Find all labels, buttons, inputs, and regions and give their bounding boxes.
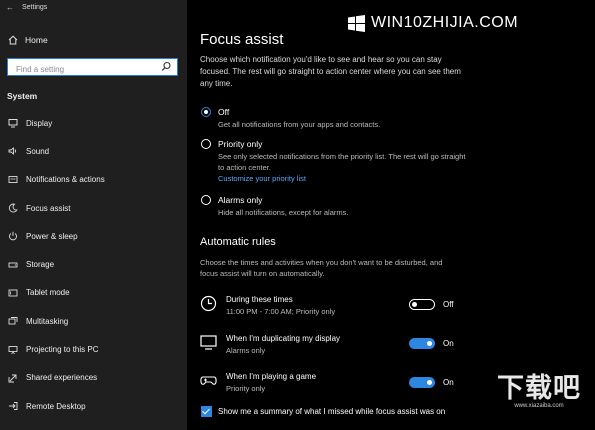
watermark-bottom-logo: 下载吧 xyxy=(497,373,581,404)
display-icon xyxy=(8,119,18,128)
sidebar-item-label: Sound xyxy=(26,146,50,156)
back-arrow-icon[interactable]: ← xyxy=(6,3,14,12)
radio-label: Alarms only xyxy=(218,195,263,205)
sidebar-item-tablet-mode[interactable]: Tablet mode xyxy=(0,279,187,307)
shared-icon xyxy=(8,374,17,383)
sidebar-item-display[interactable]: Display xyxy=(0,109,187,137)
radio-description: Hide all notifications, except for alarm… xyxy=(218,208,349,217)
moon-icon xyxy=(8,203,18,213)
rule-during-these-times[interactable]: During these times 11:00 PM - 7:00 AM; P… xyxy=(200,295,335,317)
page-description: Choose which notification you'd like to … xyxy=(200,55,461,88)
radio-button[interactable] xyxy=(201,195,211,205)
rule-detail: Alarms only xyxy=(226,346,266,355)
sidebar-item-label: Remote Desktop xyxy=(26,401,86,411)
watermark-top: WIN10ZHIJIA.COM xyxy=(348,14,518,32)
rule-duplicating-display[interactable]: When I'm duplicating my display Alarms o… xyxy=(200,334,340,356)
radio-button-selected[interactable] xyxy=(201,107,211,117)
sidebar-item-label: Focus assist xyxy=(26,203,71,213)
radio-description: See only selected notifications from the… xyxy=(218,152,466,172)
sidebar-item-label: Projecting to this PC xyxy=(26,345,99,355)
sidebar-item-label: Shared experiences xyxy=(26,373,98,383)
sidebar-item-projecting[interactable]: Projecting to this PC xyxy=(0,335,187,363)
power-icon xyxy=(9,232,17,241)
toggle-switch-on[interactable] xyxy=(409,338,435,349)
nav-home[interactable]: Home xyxy=(8,35,48,45)
sidebar-item-label: Storage xyxy=(26,260,55,270)
rule-playing-game[interactable]: When I'm playing a game Priority only xyxy=(200,372,316,394)
watermark-bottom: 下载吧 www.xiazaiba.com xyxy=(497,366,581,409)
window-title: Settings xyxy=(22,4,48,11)
title-bar: ← Settings xyxy=(6,3,47,12)
rule-detail: 11:00 PM - 7:00 AM; Priority only xyxy=(226,307,336,316)
sidebar: ← Settings Home System Display Sound Not… xyxy=(0,0,187,430)
rule-title: When I'm playing a game xyxy=(226,372,317,381)
rule-title: During these times xyxy=(226,295,293,304)
notifications-icon xyxy=(8,175,18,183)
projecting-icon xyxy=(8,345,18,354)
rule-detail: Priority only xyxy=(226,384,266,393)
sidebar-item-multitasking[interactable]: Multitasking xyxy=(0,307,187,335)
sidebar-item-notifications[interactable]: Notifications & actions xyxy=(0,166,187,194)
sidebar-item-focus-assist[interactable]: Focus assist xyxy=(0,194,187,222)
nav-list: Display Sound Notifications & actions Fo… xyxy=(0,109,187,420)
radio-priority-only[interactable]: Priority only See only selected notifica… xyxy=(201,139,473,184)
radio-description: Get all notifications from your apps and… xyxy=(218,120,381,129)
toggle-playing-game[interactable]: On xyxy=(409,377,454,388)
summary-checkbox-row[interactable]: Show me a summary of what I missed while… xyxy=(201,406,445,417)
search-icon[interactable] xyxy=(161,61,172,72)
radio-label: Priority only xyxy=(218,139,263,149)
windows-logo-icon xyxy=(348,14,365,32)
summary-checkbox[interactable] xyxy=(201,406,212,417)
toggle-switch-on[interactable] xyxy=(409,377,435,388)
sidebar-item-label: Tablet mode xyxy=(26,288,70,298)
search-box[interactable] xyxy=(7,58,178,78)
toggle-state-label: On xyxy=(443,378,454,387)
summary-checkbox-label: Show me a summary of what I missed while… xyxy=(218,407,446,416)
nav-home-label: Home xyxy=(25,35,48,45)
toggle-state-label: On xyxy=(443,339,454,348)
toggle-during-these-times[interactable]: Off xyxy=(409,299,454,310)
customize-priority-link[interactable]: Customize your priority list xyxy=(218,173,473,184)
automatic-rules-description: Choose the times and activities when you… xyxy=(200,258,443,278)
tablet-icon xyxy=(8,289,18,297)
toggle-switch-off[interactable] xyxy=(409,299,435,310)
watermark-text: WIN10ZHIJIA.COM xyxy=(371,14,519,31)
radio-off[interactable]: Off Get all notifications from your apps… xyxy=(201,107,473,130)
home-icon xyxy=(8,35,18,45)
radio-label: Off xyxy=(218,107,230,117)
sidebar-item-label: Multitasking xyxy=(26,316,69,326)
sidebar-item-remote-desktop[interactable]: Remote Desktop xyxy=(0,392,187,420)
search-input[interactable] xyxy=(14,61,163,78)
sidebar-item-power-sleep[interactable]: Power & sleep xyxy=(0,222,187,250)
remote-icon xyxy=(9,402,18,411)
toggle-duplicating-display[interactable]: On xyxy=(409,338,454,349)
multitasking-icon xyxy=(8,317,18,325)
gamepad-icon xyxy=(200,376,217,385)
radio-button[interactable] xyxy=(201,139,211,149)
sidebar-item-shared-experiences[interactable]: Shared experiences xyxy=(0,364,187,392)
automatic-rules-heading: Automatic rules xyxy=(200,236,276,248)
storage-icon xyxy=(8,262,18,268)
sidebar-item-label: Power & sleep xyxy=(26,231,78,241)
toggle-state-label: Off xyxy=(443,300,454,309)
sidebar-item-label: Display xyxy=(26,118,53,128)
page-title: Focus assist xyxy=(200,31,284,48)
radio-alarms-only[interactable]: Alarms only Hide all notifications, exce… xyxy=(201,195,473,218)
sidebar-item-sound[interactable]: Sound xyxy=(0,137,187,165)
clock-icon xyxy=(200,295,217,312)
monitor-icon xyxy=(200,335,217,350)
sound-icon xyxy=(8,147,17,156)
sidebar-item-label: Notifications & actions xyxy=(26,175,105,185)
rule-title: When I'm duplicating my display xyxy=(226,334,341,343)
sidebar-item-storage[interactable]: Storage xyxy=(0,250,187,278)
section-header-system: System xyxy=(7,91,38,101)
